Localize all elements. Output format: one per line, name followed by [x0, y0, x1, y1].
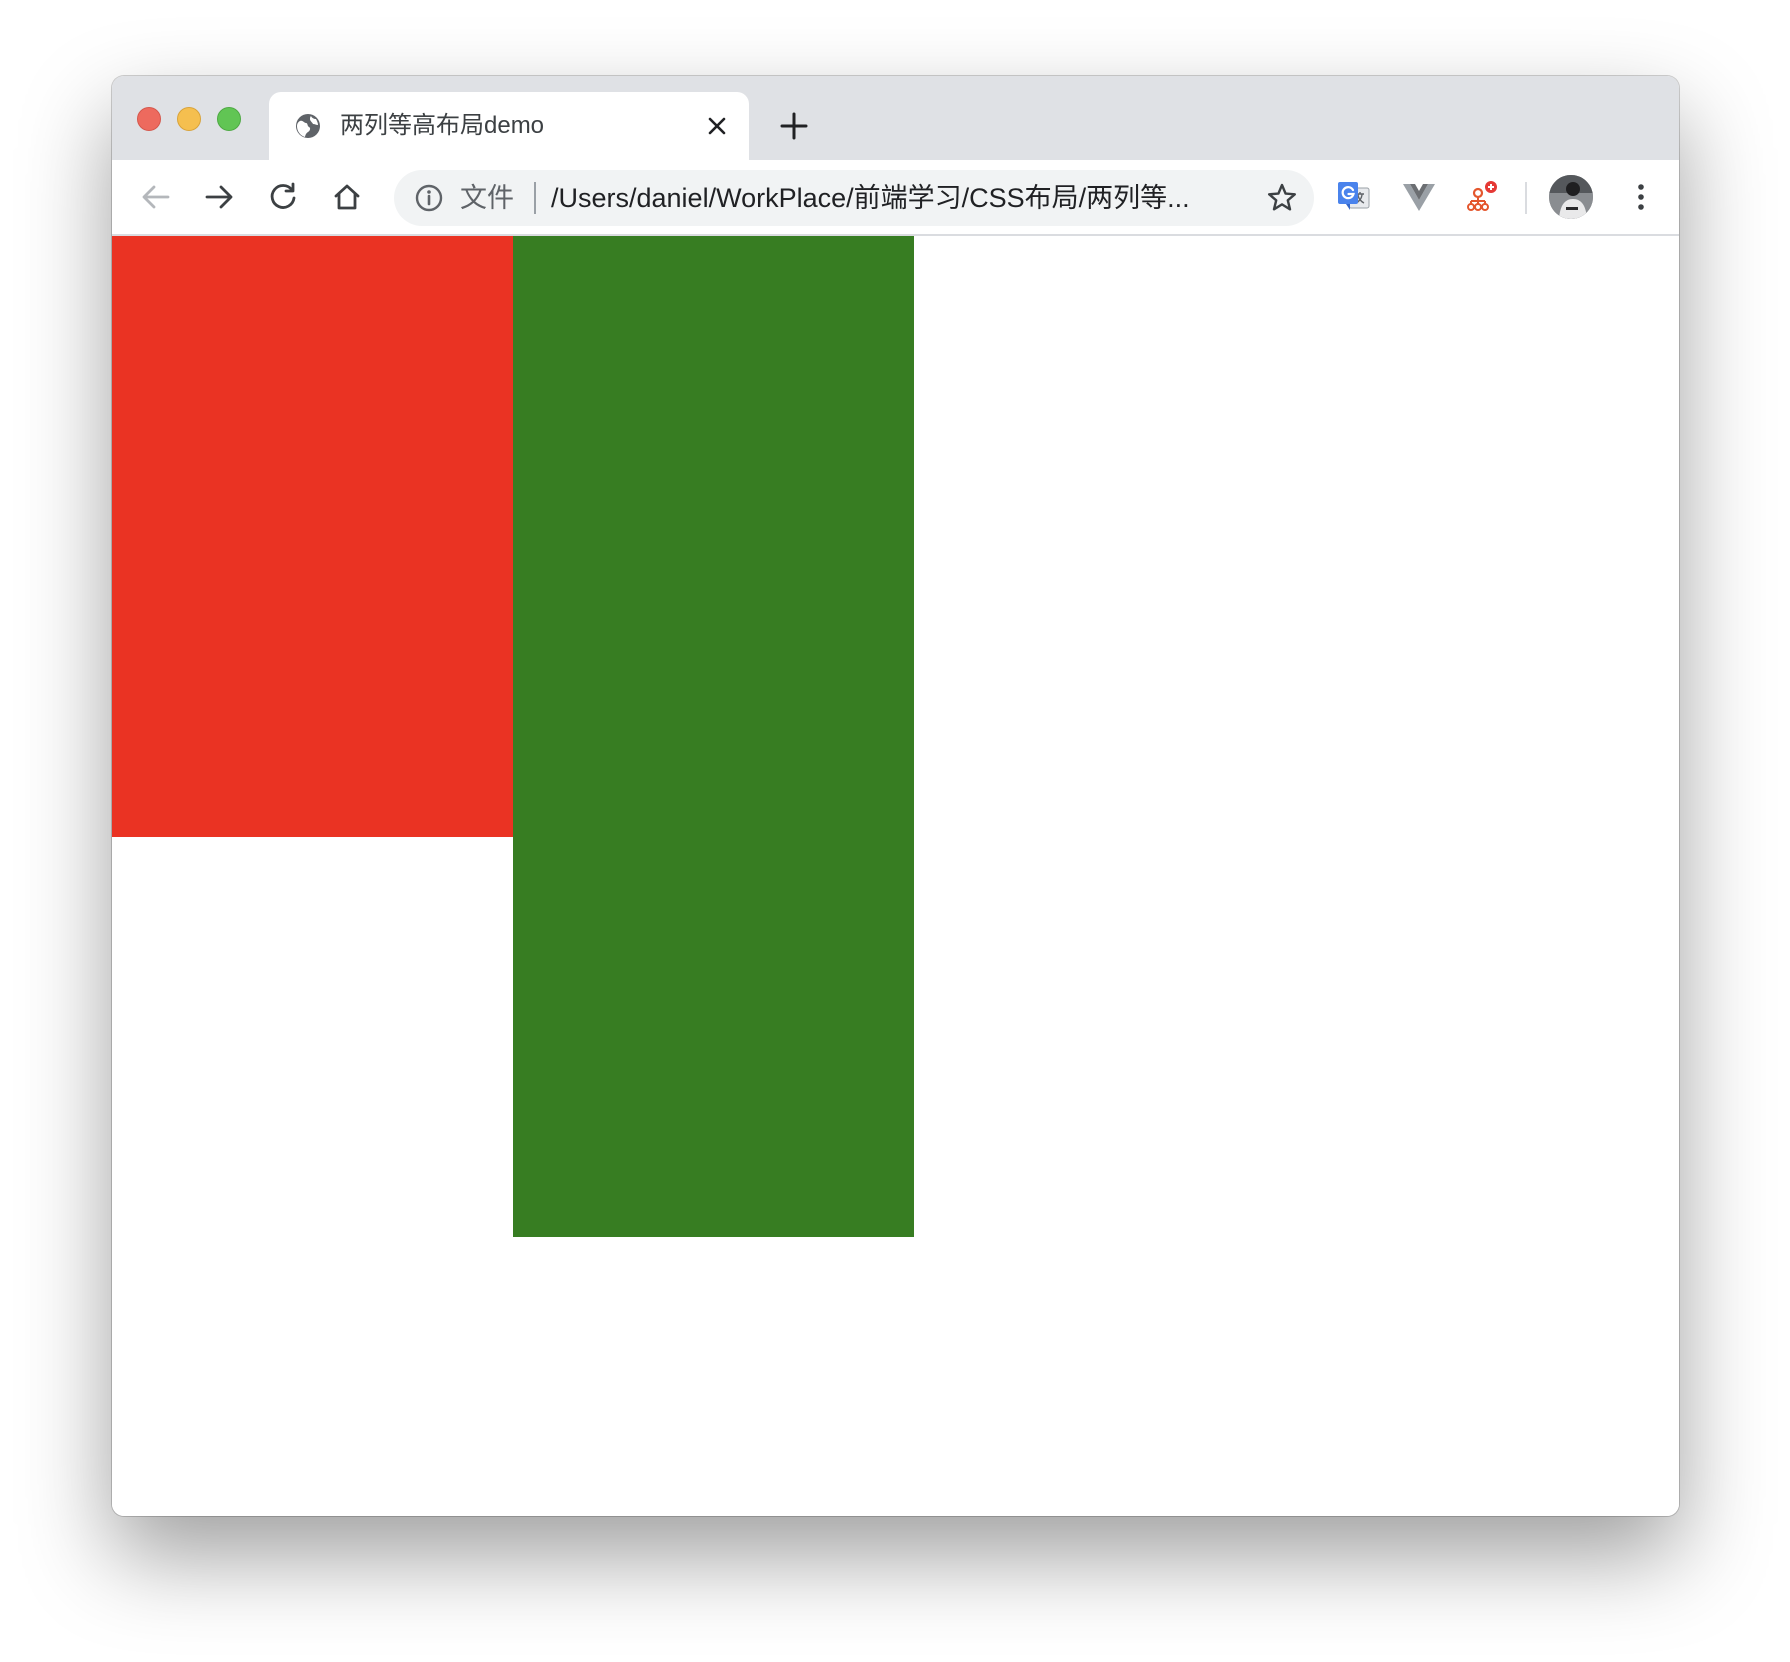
tab-close-icon[interactable] — [703, 112, 731, 140]
omnibox-divider — [534, 182, 536, 214]
window-minimize-button[interactable] — [177, 107, 201, 131]
toolbar: 文件 /Users/daniel/WorkPlace/前端学习/CSS布局/两列… — [112, 160, 1679, 236]
page-content — [112, 236, 1679, 1516]
kebab-menu-icon[interactable] — [1623, 179, 1659, 215]
tab-strip: 两列等高布局demo — [112, 76, 1679, 160]
right-column — [513, 236, 914, 1237]
profile-avatar[interactable] — [1549, 175, 1593, 219]
toolbar-divider — [1525, 182, 1527, 214]
arrow-right-icon[interactable] — [201, 179, 237, 215]
arrow-left-icon[interactable] — [138, 179, 174, 215]
new-tab-plus-icon[interactable] — [774, 106, 814, 146]
google-translate-icon[interactable] — [1336, 179, 1372, 215]
browser-window: 两列等高布局demo 文件 /Users/daniel/WorkPlace/前端… — [112, 76, 1679, 1516]
url-text[interactable]: /Users/daniel/WorkPlace/前端学习/CSS布局/两列等..… — [551, 181, 1221, 215]
sitemap-extension-icon[interactable] — [1465, 179, 1501, 215]
star-icon[interactable] — [1266, 182, 1298, 214]
address-bar[interactable]: 文件 /Users/daniel/WorkPlace/前端学习/CSS布局/两列… — [394, 170, 1314, 226]
active-tab[interactable]: 两列等高布局demo — [269, 92, 749, 160]
vue-devtools-icon[interactable] — [1401, 179, 1437, 215]
window-maximize-button[interactable] — [217, 107, 241, 131]
home-icon[interactable] — [329, 179, 365, 215]
security-chip-label[interactable]: 文件 — [460, 182, 514, 214]
reload-icon[interactable] — [265, 179, 301, 215]
info-icon[interactable] — [414, 183, 444, 213]
tab-title: 两列等高布局demo — [340, 112, 545, 139]
left-column — [112, 236, 513, 837]
window-close-button[interactable] — [137, 107, 161, 131]
globe-icon — [294, 112, 322, 140]
